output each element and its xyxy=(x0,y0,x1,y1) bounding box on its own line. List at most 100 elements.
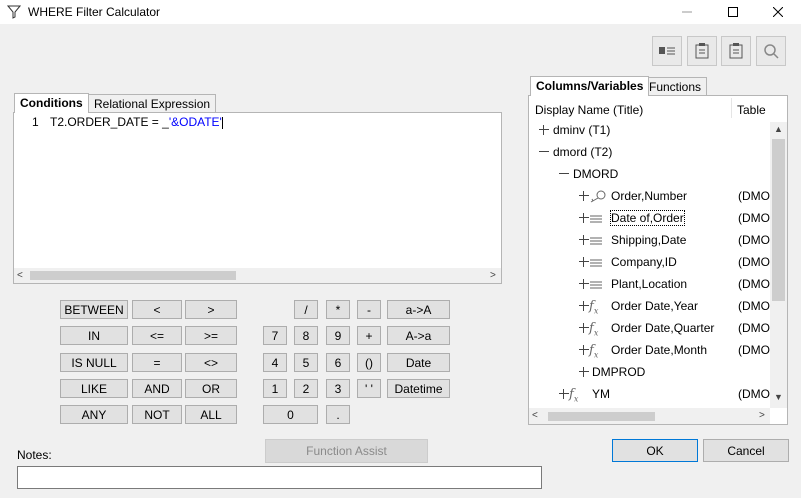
tab-conditions[interactable]: Conditions xyxy=(14,93,89,113)
tree-row[interactable]: DMPROD xyxy=(529,362,770,382)
search-icon xyxy=(764,44,779,59)
function-assist-button[interactable]: Function Assist xyxy=(265,439,428,463)
expand-icon[interactable] xyxy=(579,345,589,355)
greater-than-button[interactable]: > xyxy=(185,300,237,319)
expand-icon[interactable] xyxy=(579,301,589,311)
scroll-down-icon[interactable]: ▼ xyxy=(774,392,783,402)
tree-row[interactable]: fx Order Date,Year (DMO xyxy=(529,296,770,316)
collapse-icon[interactable] xyxy=(539,147,549,157)
plus-button[interactable]: + xyxy=(357,326,381,345)
two-button[interactable]: 2 xyxy=(294,379,318,398)
five-button[interactable]: 5 xyxy=(294,353,318,372)
less-equal-button[interactable]: <= xyxy=(132,326,182,345)
is-null-button[interactable]: IS NULL xyxy=(60,353,128,372)
columns-tree[interactable]: Display Name (Title) Table dminv (T1) dmo… xyxy=(528,95,788,425)
cancel-button[interactable]: Cancel xyxy=(703,439,789,462)
code-line[interactable]: T2.ORDER_DATE = _'&ODATE' xyxy=(50,115,223,129)
parentheses-button[interactable]: () xyxy=(357,353,381,372)
four-button[interactable]: 4 xyxy=(263,353,287,372)
close-button[interactable] xyxy=(755,0,801,24)
tree-row-label: Shipping,Date xyxy=(611,233,687,247)
scroll-left-icon[interactable]: < xyxy=(17,270,23,281)
tree-row[interactable]: Shipping,Date (DMO xyxy=(529,230,770,250)
editor-scrollbar[interactable]: < > xyxy=(14,268,501,283)
list-view-button[interactable] xyxy=(652,36,682,66)
tree-row[interactable]: dminv (T1) xyxy=(529,120,770,140)
less-than-button[interactable]: < xyxy=(132,300,182,319)
or-button[interactable]: OR xyxy=(185,379,237,398)
tree-row[interactable]: Company,ID (DMO xyxy=(529,252,770,272)
seven-button[interactable]: 7 xyxy=(263,326,287,345)
tree-row[interactable]: Date of,Order (DMO xyxy=(529,208,770,228)
expand-icon[interactable] xyxy=(579,191,589,201)
tree-row[interactable]: dmord (T2) xyxy=(529,142,770,162)
nine-button[interactable]: 9 xyxy=(326,326,350,345)
search-button[interactable] xyxy=(756,36,786,66)
quotes-button[interactable]: ' ' xyxy=(357,379,381,398)
scroll-right-icon[interactable]: > xyxy=(490,270,496,281)
clipboard-icon xyxy=(729,43,743,59)
equals-button[interactable]: = xyxy=(132,353,182,372)
tree-row[interactable]: Plant,Location (DMO xyxy=(529,274,770,294)
not-button[interactable]: NOT xyxy=(132,405,182,424)
zero-button[interactable]: 0 xyxy=(263,405,318,424)
in-button[interactable]: IN xyxy=(60,326,128,345)
like-button[interactable]: LIKE xyxy=(60,379,128,398)
expand-icon[interactable] xyxy=(579,367,589,377)
expand-icon[interactable] xyxy=(579,213,589,223)
paste-button[interactable] xyxy=(721,36,751,66)
vscroll-thumb[interactable] xyxy=(772,139,785,301)
expand-icon[interactable] xyxy=(579,235,589,245)
code-text: T2.ORDER_DATE = _ xyxy=(50,115,169,129)
column-header-table[interactable]: Table xyxy=(737,103,766,117)
scrollbar-thumb[interactable] xyxy=(30,271,236,280)
decimal-button[interactable]: . xyxy=(326,405,350,424)
tab-functions[interactable]: Functions xyxy=(643,77,708,95)
tree-hscrollbar[interactable]: < > xyxy=(529,408,770,424)
copy-button[interactable] xyxy=(687,36,717,66)
minimize-button[interactable] xyxy=(664,0,710,24)
tree-row-label: Company,ID xyxy=(611,255,677,269)
greater-equal-button[interactable]: >= xyxy=(185,326,237,345)
notes-field[interactable] xyxy=(17,466,542,489)
three-button[interactable]: 3 xyxy=(326,379,350,398)
lowercase-button[interactable]: A->a xyxy=(387,326,450,345)
six-button[interactable]: 6 xyxy=(326,353,350,372)
tree-row-table: (DMO xyxy=(738,211,770,225)
ok-button[interactable]: OK xyxy=(612,439,698,462)
expression-editor[interactable]: 1 T2.ORDER_DATE = _'&ODATE' < > xyxy=(13,112,502,284)
hscroll-thumb[interactable] xyxy=(548,412,655,421)
tree-row[interactable]: fx Order Date,Month (DMO xyxy=(529,340,770,360)
scroll-right-icon[interactable]: > xyxy=(759,410,765,421)
between-button[interactable]: BETWEEN xyxy=(60,300,128,319)
tab-relational-expression[interactable]: Relational Expression xyxy=(88,94,217,112)
divide-button[interactable]: / xyxy=(294,300,318,319)
tree-row[interactable]: fx YM (DMO xyxy=(529,384,770,404)
any-button[interactable]: ANY xyxy=(60,405,128,424)
multiply-button[interactable]: * xyxy=(326,300,350,319)
scroll-left-icon[interactable]: < xyxy=(532,410,538,421)
scroll-up-icon[interactable]: ▲ xyxy=(774,124,783,134)
all-button[interactable]: ALL xyxy=(185,405,237,424)
date-button[interactable]: Date xyxy=(387,353,450,372)
maximize-button[interactable] xyxy=(710,0,756,24)
expand-icon[interactable] xyxy=(579,257,589,267)
tree-row[interactable]: fx Order Date,Quarter (DMO xyxy=(529,318,770,338)
and-button[interactable]: AND xyxy=(132,379,182,398)
tree-vscrollbar[interactable]: ▲ ▼ xyxy=(770,122,787,408)
collapse-icon[interactable] xyxy=(559,169,569,179)
expand-icon[interactable] xyxy=(579,323,589,333)
not-equal-button[interactable]: <> xyxy=(185,353,237,372)
expand-icon[interactable] xyxy=(579,279,589,289)
tree-row[interactable]: DMORD xyxy=(529,164,770,184)
uppercase-button[interactable]: a->A xyxy=(387,300,450,319)
one-button[interactable]: 1 xyxy=(263,379,287,398)
eight-button[interactable]: 8 xyxy=(294,326,318,345)
datetime-button[interactable]: Datetime xyxy=(387,379,450,398)
expand-icon[interactable] xyxy=(559,389,569,399)
minus-button[interactable]: - xyxy=(357,300,381,319)
tree-row[interactable]: Order,Number (DMO xyxy=(529,186,770,206)
tab-columns-variables[interactable]: Columns/Variables xyxy=(530,76,650,96)
column-header-display-name[interactable]: Display Name (Title) xyxy=(535,103,643,117)
expand-icon[interactable] xyxy=(539,125,549,135)
